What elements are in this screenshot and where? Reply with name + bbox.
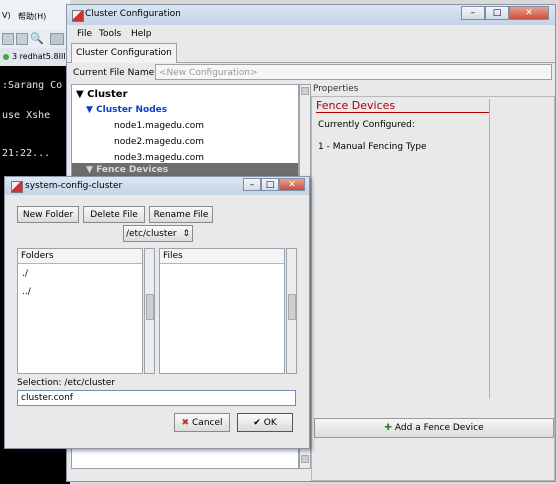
tree-root-label: Cluster [87, 89, 128, 100]
files-scrollbar[interactable] [286, 248, 297, 374]
folders-list[interactable]: Folders ./ ../ [17, 248, 143, 374]
dialog-close-button[interactable]: ✕ [279, 178, 305, 191]
scroll-down-arrow[interactable] [301, 455, 309, 463]
window-title: Cluster Configuration [85, 9, 181, 19]
background-toolbar: 🔍 [0, 30, 70, 49]
tree-node-item[interactable]: node1.magedu.com [114, 121, 204, 131]
files-scroll-thumb[interactable] [288, 294, 296, 320]
menu-tools[interactable]: Tools [99, 29, 121, 39]
dialog-title: system-config-cluster [25, 181, 123, 191]
selection-field[interactable]: cluster.conf [17, 390, 296, 406]
title-divider [316, 112, 490, 113]
tree-node-item[interactable]: node2.magedu.com [114, 137, 204, 147]
properties-header: Properties [313, 84, 359, 94]
terminal-line: use Xshe [2, 110, 51, 121]
dialog-titlebar[interactable]: system-config-cluster – □ ✕ [5, 177, 309, 195]
tree-fence-devices[interactable]: ▼ Fence Devices [86, 165, 168, 175]
menu-help[interactable]: Help [131, 29, 152, 39]
session-status-icon [3, 54, 9, 60]
background-menu-view[interactable]: V) [2, 11, 11, 20]
current-file-field[interactable]: <New Configuration> [155, 64, 552, 80]
background-menu-help[interactable]: 帮助(H) [18, 11, 46, 22]
cancel-label: Cancel [192, 418, 223, 428]
tree-cluster-nodes[interactable]: ▼ Cluster Nodes [86, 105, 167, 115]
folders-scroll-thumb[interactable] [146, 294, 154, 320]
menubar: File Tools Help [67, 26, 555, 42]
current-file-label: Current File Name: [73, 68, 158, 78]
tab-cluster-configuration[interactable]: Cluster Configuration [71, 43, 177, 63]
properties-frame: Fence Devices Currently Configured: 1 - … [311, 96, 555, 481]
folder-item[interactable]: ./ [22, 269, 28, 279]
search-icon[interactable]: 🔍 [30, 32, 44, 45]
minimize-button[interactable]: – [461, 6, 485, 20]
updown-arrow-icon: ⇕ [182, 229, 191, 239]
folders-header[interactable]: Folders [18, 249, 142, 264]
dialog-maximize-button[interactable]: □ [261, 178, 279, 191]
paste-icon[interactable] [16, 33, 28, 45]
folder-item[interactable]: ../ [22, 287, 31, 297]
tree-cluster-nodes-label: Cluster Nodes [96, 105, 168, 115]
ok-label: OK [263, 418, 277, 428]
tree-node-item[interactable]: node3.magedu.com [114, 153, 204, 163]
maximize-button[interactable]: □ [485, 6, 509, 20]
scroll-up-arrow[interactable] [301, 87, 309, 95]
tree-root-cluster[interactable]: ▼ Cluster [76, 89, 128, 100]
path-combo[interactable]: /etc/cluster ⇕ [123, 225, 193, 242]
path-combo-value: /etc/cluster [125, 229, 177, 239]
configured-fence-item: 1 - Manual Fencing Type [318, 142, 427, 152]
files-header[interactable]: Files [160, 249, 284, 264]
tree-fence-devices-label: Fence Devices [96, 165, 169, 175]
add-fence-device-label: Add a Fence Device [394, 423, 484, 433]
files-list[interactable]: Files [159, 248, 285, 374]
section-border [489, 99, 490, 399]
properties-panel: Properties Fence Devices Currently Confi… [311, 84, 555, 481]
background-session-tab[interactable]: 3 redhat5.8III [0, 48, 70, 66]
plus-icon: ✚ [384, 423, 392, 433]
copy-icon[interactable] [2, 33, 14, 45]
file-chooser-dialog: system-config-cluster – □ ✕ New Folder D… [4, 176, 310, 449]
new-folder-button[interactable]: New Folder [17, 206, 79, 223]
cancel-button[interactable]: ✖ Cancel [174, 413, 230, 432]
window-titlebar[interactable]: Cluster Configuration – □ ✕ [67, 5, 555, 25]
currently-configured-label: Currently Configured: [318, 120, 415, 130]
menu-file[interactable]: File [77, 29, 92, 39]
file-name-row: Current File Name: <New Configuration> [67, 63, 555, 83]
delete-file-button[interactable]: Delete File [83, 206, 145, 223]
session-tab-label: 3 redhat5.8III [12, 52, 66, 61]
fence-devices-title: Fence Devices [316, 99, 396, 112]
tab-bar: Cluster Configuration [67, 42, 555, 63]
terminal-line: 21:22... [2, 148, 51, 159]
ok-button[interactable]: ✔ OK [237, 413, 293, 432]
terminal-line: :Sarang Co [2, 80, 63, 91]
ok-icon: ✔ [253, 418, 261, 428]
add-fence-device-button[interactable]: ✚ Add a Fence Device [314, 418, 554, 438]
app-icon [72, 10, 84, 22]
close-button[interactable]: ✕ [509, 6, 549, 20]
folders-scrollbar[interactable] [144, 248, 155, 374]
rename-file-button[interactable]: Rename File [149, 206, 213, 223]
background-menubar: V) 帮助(H) [0, 0, 70, 31]
selection-label: Selection: /etc/cluster [17, 378, 116, 388]
dialog-minimize-button[interactable]: – [243, 178, 261, 191]
dialog-app-icon [11, 181, 23, 193]
print-icon[interactable] [50, 33, 64, 45]
cancel-icon: ✖ [181, 418, 190, 428]
